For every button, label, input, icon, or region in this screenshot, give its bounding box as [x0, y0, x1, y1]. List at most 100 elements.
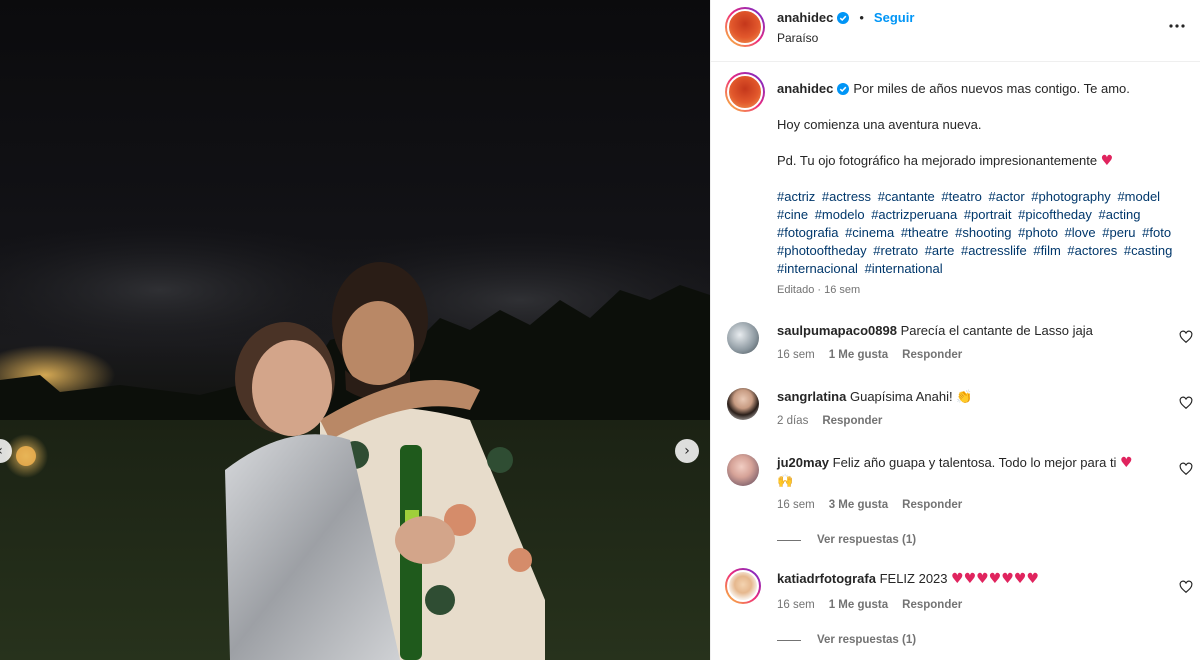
- hashtag-link[interactable]: #international: [865, 261, 943, 276]
- hashtag-link[interactable]: #casting: [1124, 243, 1172, 258]
- chevron-right-icon: ›: [684, 443, 690, 459]
- commenter-avatar[interactable]: [725, 568, 761, 604]
- hashtag-link[interactable]: #model: [1117, 189, 1160, 204]
- hashtag-link[interactable]: #actores: [1067, 243, 1117, 258]
- hashtag-link[interactable]: #retrato: [873, 243, 918, 258]
- comment-username[interactable]: saulpumapaco0898: [777, 323, 897, 338]
- follow-button[interactable]: Seguir: [874, 10, 914, 25]
- clap-emoji: 👏: [956, 390, 973, 405]
- comment-text: Parecía el cantante de Lasso jaja: [900, 323, 1093, 338]
- comment-text-row: saulpumapaco0898 Parecía el cantante de …: [777, 322, 1163, 340]
- hashtag-link[interactable]: #fotografia: [777, 225, 838, 240]
- comment-meta: 2 días Responder: [777, 415, 882, 427]
- heart-outline-icon[interactable]: [1179, 330, 1193, 344]
- photo-illustration: [0, 220, 710, 660]
- red-heart-emoji: ♥: [1100, 153, 1114, 169]
- comment-username[interactable]: sangrlatina: [777, 389, 846, 404]
- author-username[interactable]: anahidec: [777, 10, 833, 25]
- more-options-icon[interactable]: [1165, 14, 1189, 38]
- comment-likes[interactable]: 1 Me gusta: [829, 349, 888, 361]
- comment-meta: 16 sem 1 Me gusta Responder: [777, 349, 962, 361]
- view-replies-button[interactable]: Ver respuestas (1): [777, 634, 916, 646]
- caption-text-1: Por miles de años nuevos mas contigo. Te…: [853, 81, 1130, 96]
- commenter-avatar[interactable]: [727, 322, 759, 354]
- hashtag-link[interactable]: #picoftheday: [1018, 207, 1092, 222]
- view-replies-label: Ver respuestas (1): [817, 534, 917, 546]
- comment-text-row: ju20may Feliz año guapa y talentosa. Tod…: [777, 454, 1163, 491]
- hashtag-link[interactable]: #internacional: [777, 261, 858, 276]
- hashtag-link[interactable]: #cantante: [878, 189, 935, 204]
- hashtag-link[interactable]: #love: [1065, 225, 1096, 240]
- comment-time[interactable]: 16 sem: [777, 599, 815, 611]
- comment-time[interactable]: 2 días: [777, 415, 808, 427]
- comment-text-row: katiadrfotografa FELIZ 2023 ♥♥♥♥♥♥♥: [777, 570, 1163, 588]
- hashtag-link[interactable]: #foto: [1142, 225, 1171, 240]
- post-caption: anahidec Por miles de años nuevos mas con…: [777, 80, 1187, 278]
- comment-username[interactable]: katiadrfotografa: [777, 571, 876, 586]
- caption-time[interactable]: 16 sem: [824, 284, 860, 296]
- commenter-avatar[interactable]: [727, 454, 759, 486]
- post-location[interactable]: Paraíso: [777, 31, 818, 45]
- red-heart-emoji: ♥: [1120, 455, 1133, 471]
- commenter-avatar[interactable]: [727, 388, 759, 420]
- comment-text: Guapísima Anahi!: [849, 389, 953, 404]
- hashtag-link[interactable]: #teatro: [941, 189, 981, 204]
- comment-meta: 16 sem 3 Me gusta Responder: [777, 499, 962, 511]
- comment-time[interactable]: 16 sem: [777, 349, 815, 361]
- hashtag-link[interactable]: #film: [1033, 243, 1060, 258]
- comment-meta: 16 sem 1 Me gusta Responder: [777, 599, 962, 611]
- hashtag-link[interactable]: #acting: [1099, 207, 1141, 222]
- post-header: anahidec • Seguir Paraíso: [711, 0, 1200, 62]
- hashtag-link[interactable]: #actriz: [777, 189, 815, 204]
- caption-first-line: anahidec Por miles de años nuevos mas con…: [777, 80, 1187, 98]
- hashtag-link[interactable]: #actress: [822, 189, 871, 204]
- post-details-panel: anahidec • Seguir Paraíso anahidec Por mi…: [710, 0, 1200, 660]
- caption-text-3-row: Pd. Tu ojo fotográfico ha mejorado impre…: [777, 152, 1187, 170]
- hashtag-link[interactable]: #photooftheday: [777, 243, 867, 258]
- comment-text-row: sangrlatina Guapísima Anahi! 👏: [777, 388, 1163, 407]
- hashtag-link[interactable]: #actrizperuana: [871, 207, 957, 222]
- author-avatar[interactable]: [725, 7, 765, 47]
- next-photo-button[interactable]: ›: [675, 439, 699, 463]
- comment-likes[interactable]: 1 Me gusta: [829, 599, 888, 611]
- view-replies-button[interactable]: Ver respuestas (1): [777, 534, 916, 546]
- reply-button[interactable]: Responder: [822, 415, 882, 427]
- caption-username[interactable]: anahidec: [777, 81, 833, 96]
- reply-button[interactable]: Responder: [902, 499, 962, 511]
- hashtag-link[interactable]: #shooting: [955, 225, 1011, 240]
- comment-text: FELIZ 2023: [879, 571, 948, 586]
- hashtag-list: #actriz #actress #cantante #teatro #acto…: [777, 188, 1187, 278]
- hashtag-link[interactable]: #arte: [925, 243, 955, 258]
- caption-text-3: Pd. Tu ojo fotográfico ha mejorado impre…: [777, 153, 1098, 168]
- reply-button[interactable]: Responder: [902, 349, 962, 361]
- comment-likes[interactable]: 3 Me gusta: [829, 499, 888, 511]
- hashtag-link[interactable]: #theatre: [901, 225, 949, 240]
- replies-divider-line: [777, 539, 801, 541]
- red-hearts-emoji: ♥♥♥♥♥♥♥: [951, 571, 1040, 587]
- caption-meta: Editado · 16 sem: [777, 284, 861, 296]
- hashtag-link[interactable]: #peru: [1102, 225, 1135, 240]
- heart-outline-icon[interactable]: [1179, 580, 1193, 594]
- replies-divider-line: [777, 639, 801, 641]
- comment-username[interactable]: ju20may: [777, 455, 829, 470]
- view-replies-label: Ver respuestas (1): [817, 634, 917, 646]
- caption-author-avatar[interactable]: [725, 72, 765, 112]
- separator-dot: •: [859, 10, 864, 25]
- hashtag-link[interactable]: #photo: [1018, 225, 1058, 240]
- heart-outline-icon[interactable]: [1179, 462, 1193, 476]
- edited-label: Editado: [777, 284, 815, 296]
- reply-button[interactable]: Responder: [902, 599, 962, 611]
- hashtag-link[interactable]: #actor: [989, 189, 1025, 204]
- hashtag-link[interactable]: #modelo: [815, 207, 865, 222]
- header-user-row: anahidec • Seguir: [777, 10, 914, 25]
- hashtag-link[interactable]: #actresslife: [961, 243, 1027, 258]
- verified-badge-icon: [837, 11, 850, 24]
- hashtag-link[interactable]: #portrait: [964, 207, 1012, 222]
- hashtag-link[interactable]: #cine: [777, 207, 808, 222]
- comment-time[interactable]: 16 sem: [777, 499, 815, 511]
- heart-outline-icon[interactable]: [1179, 396, 1193, 410]
- hashtag-link[interactable]: #photography: [1031, 189, 1111, 204]
- verified-badge-icon: [837, 83, 850, 95]
- hashtag-link[interactable]: #cinema: [845, 225, 894, 240]
- raised-hands-emoji: 🙌: [777, 474, 794, 489]
